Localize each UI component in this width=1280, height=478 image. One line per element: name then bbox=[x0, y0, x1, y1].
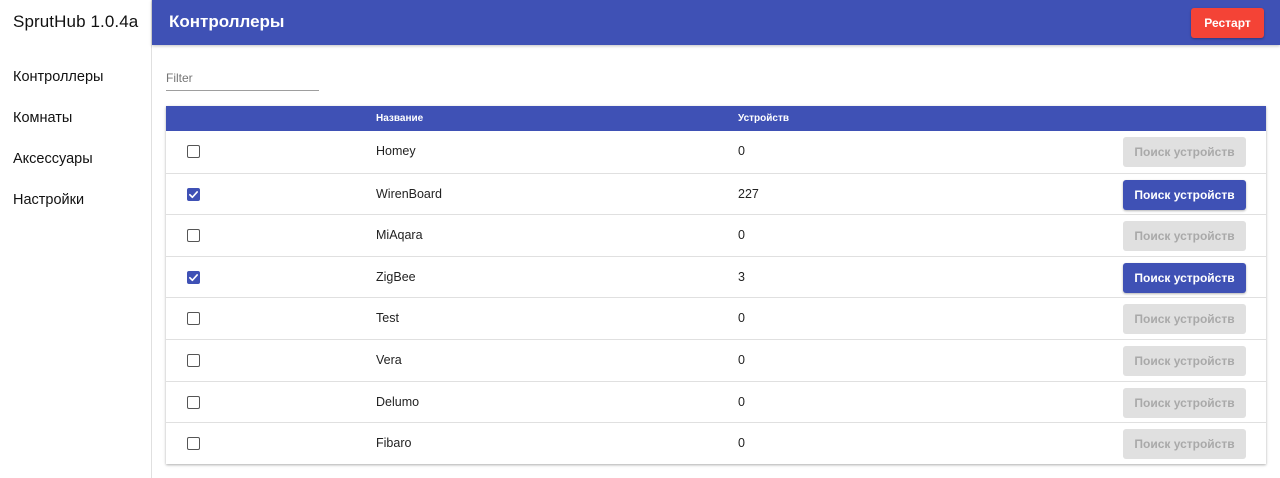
row-checkbox[interactable] bbox=[187, 437, 200, 451]
controller-name: ZigBee bbox=[376, 269, 416, 284]
controller-name: Vera bbox=[376, 352, 402, 367]
search-devices-button[interactable]: Поиск устройств bbox=[1123, 304, 1246, 335]
row-checkbox[interactable] bbox=[187, 353, 200, 367]
device-count: 0 bbox=[738, 394, 745, 409]
sidebar: SprutHub 1.0.4a Контроллеры Комнаты Аксе… bbox=[0, 0, 152, 478]
controllers-table: Название Устройств Homey 0 Поиск устройств… bbox=[166, 106, 1266, 464]
app-root: SprutHub 1.0.4a Контроллеры Комнаты Аксе… bbox=[0, 0, 1280, 478]
table-row: ZigBee 3 Поиск устройств bbox=[166, 255, 1266, 298]
table-row: WirenBoard 227 Поиск устройств bbox=[166, 172, 1266, 215]
check-icon bbox=[189, 273, 198, 281]
restart-button[interactable]: Рестарт bbox=[1191, 8, 1264, 38]
device-count: 3 bbox=[738, 269, 745, 284]
search-devices-button[interactable]: Поиск устройств bbox=[1123, 387, 1246, 418]
table-row: Vera 0 Поиск устройств bbox=[166, 338, 1266, 381]
device-count: 0 bbox=[738, 311, 745, 326]
device-count: 227 bbox=[738, 186, 759, 201]
column-header-name: Название bbox=[376, 113, 424, 124]
sidebar-nav: Контроллеры Комнаты Аксессуары Настройки bbox=[0, 57, 152, 221]
page-title: Контроллеры bbox=[169, 12, 285, 31]
row-checkbox[interactable] bbox=[187, 395, 200, 409]
table-row: Fibaro 0 Поиск устройств bbox=[166, 422, 1266, 464]
controller-name: MiAqara bbox=[376, 228, 423, 243]
search-devices-button[interactable]: Поиск устройств bbox=[1123, 345, 1246, 376]
row-checkbox[interactable] bbox=[187, 312, 200, 326]
controller-name: Test bbox=[376, 311, 399, 326]
table-row: Homey 0 Поиск устройств bbox=[166, 131, 1266, 173]
search-devices-button[interactable]: Поиск устройств bbox=[1123, 137, 1246, 167]
search-devices-button[interactable]: Поиск устройств bbox=[1123, 221, 1246, 252]
sidebar-item-controllers[interactable]: Контроллеры bbox=[0, 57, 152, 98]
device-count: 0 bbox=[738, 352, 745, 367]
row-checkbox[interactable] bbox=[187, 270, 200, 284]
app-title: SprutHub 1.0.4a bbox=[13, 12, 139, 31]
sidebar-item-rooms[interactable]: Комнаты bbox=[0, 98, 152, 139]
device-count: 0 bbox=[738, 436, 745, 451]
column-header-devices: Устройств bbox=[738, 113, 790, 124]
table-row: Delumo 0 Поиск устройств bbox=[166, 380, 1266, 423]
row-checkbox[interactable] bbox=[187, 229, 200, 243]
search-devices-button[interactable]: Поиск устройств bbox=[1123, 262, 1246, 293]
sidebar-item-settings[interactable]: Настройки bbox=[0, 180, 152, 221]
search-devices-button[interactable]: Поиск устройств bbox=[1123, 179, 1246, 210]
filter-input[interactable] bbox=[166, 66, 319, 91]
controller-name: Delumo bbox=[376, 394, 420, 409]
top-app-bar: Контроллеры Рестарт bbox=[152, 0, 1280, 45]
search-devices-button[interactable]: Поиск устройств bbox=[1123, 429, 1246, 460]
sidebar-item-accessories[interactable]: Аксессуары bbox=[0, 139, 152, 180]
table-header: Название Устройств bbox=[166, 106, 1266, 131]
controller-name: Homey bbox=[376, 144, 416, 158]
row-checkbox[interactable] bbox=[187, 187, 200, 201]
controller-name: Fibaro bbox=[376, 436, 412, 451]
device-count: 0 bbox=[738, 228, 745, 243]
device-count: 0 bbox=[738, 144, 745, 158]
table-body: Homey 0 Поиск устройств WirenBoard 227 Поиск … bbox=[166, 131, 1266, 464]
table-row: Test 0 Поиск устройств bbox=[166, 297, 1266, 339]
row-checkbox[interactable] bbox=[187, 145, 200, 158]
controller-name: WirenBoard bbox=[376, 186, 442, 201]
check-icon bbox=[189, 190, 198, 198]
table-row: MiAqara 0 Поиск устройств bbox=[166, 214, 1266, 256]
